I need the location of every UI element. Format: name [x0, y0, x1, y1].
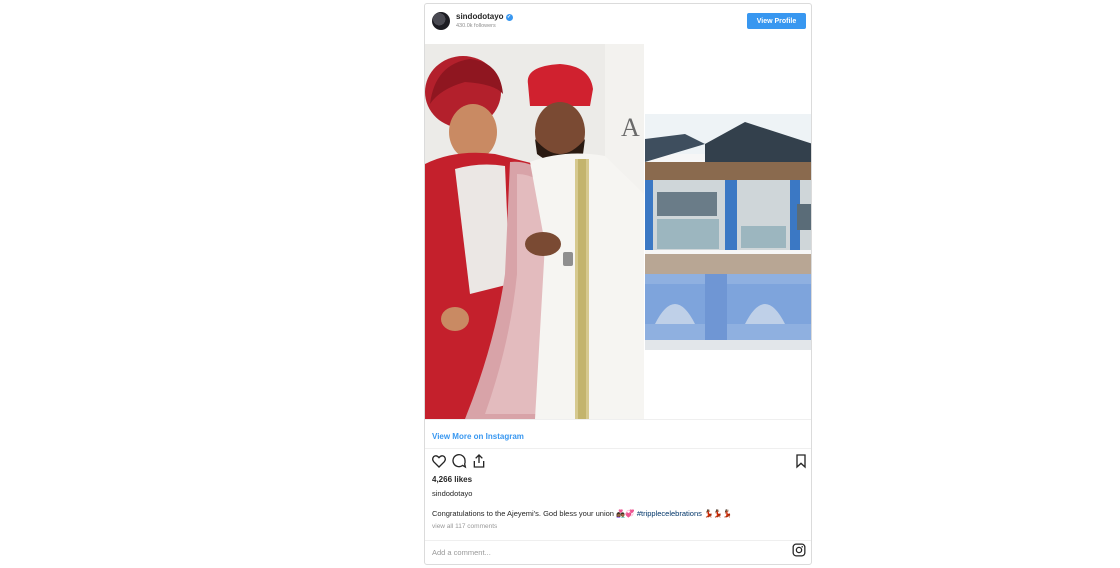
bookmark-icon[interactable] [793, 453, 809, 469]
share-icon[interactable] [471, 453, 487, 469]
house-photo [645, 114, 811, 350]
caption-text: Congratulations to the Ajeyemi's. God bl… [432, 509, 614, 518]
divider [425, 448, 811, 449]
view-more-link[interactable]: View More on Instagram [432, 432, 524, 441]
owner-username[interactable]: sindodotayo [432, 489, 472, 498]
likes-count[interactable]: 4,266 likes [432, 475, 472, 484]
instagram-embed-card: sindodotayo ✓ 430.0k followers View Profi… [424, 3, 812, 565]
instagram-icon[interactable] [792, 543, 806, 557]
verified-badge-icon: ✓ [505, 14, 513, 21]
username-text[interactable]: sindodotayo [456, 12, 504, 21]
couple-photo: A [425, 44, 644, 419]
view-comments-link[interactable]: view all 117 comments [432, 523, 497, 530]
add-comment-input[interactable]: Add a comment... [432, 548, 491, 557]
caption: Congratulations to the Ajeyemi's. God bl… [432, 509, 732, 518]
comment-icon[interactable] [451, 453, 467, 469]
divider [425, 419, 811, 420]
action-bar [431, 453, 807, 469]
svg-text:A: A [621, 113, 640, 142]
heart-icon[interactable] [431, 453, 447, 469]
emoji-group: 💃🏾💃🏾💃🏾 [703, 509, 732, 518]
post-header: sindodotayo ✓ 430.0k followers View Profi… [425, 4, 811, 42]
username[interactable]: sindodotayo ✓ [456, 12, 513, 21]
divider [425, 540, 811, 541]
view-profile-button[interactable]: View Profile [747, 13, 806, 29]
emoji-group: 👩🏾‍❤️‍👨🏾💞 [616, 509, 635, 518]
avatar[interactable] [432, 12, 450, 30]
post-media[interactable]: A [425, 44, 811, 419]
hashtag-link[interactable]: #tripplecelebrations [637, 509, 702, 518]
followers-count: 430.0k followers [456, 23, 496, 29]
